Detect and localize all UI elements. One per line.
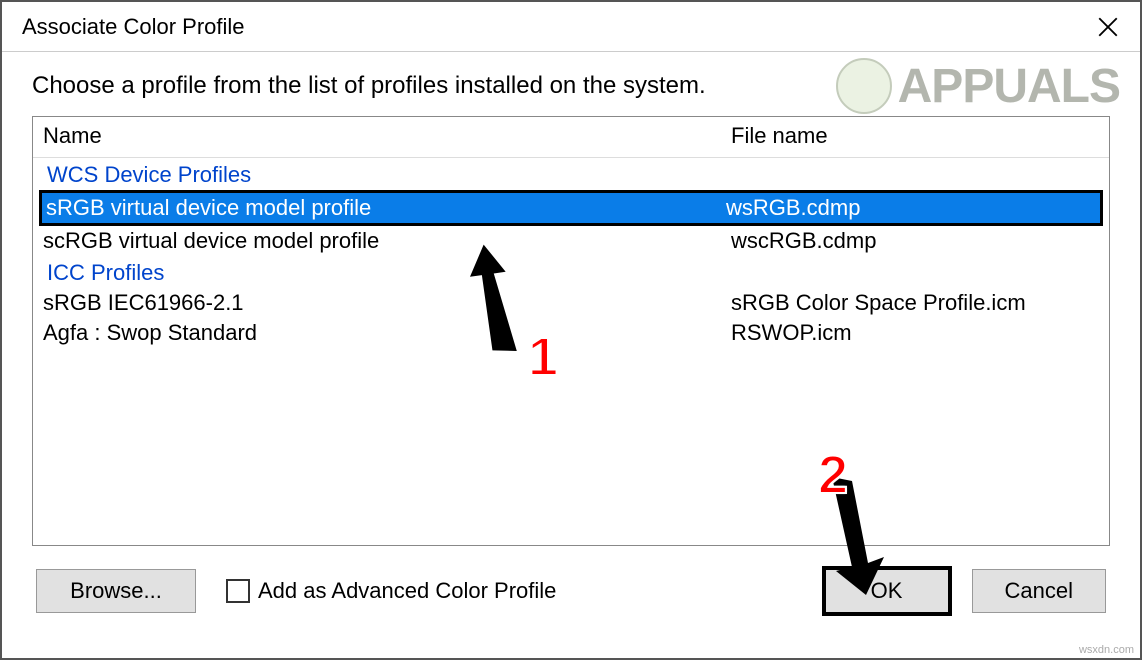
browse-button[interactable]: Browse... [36, 569, 196, 613]
checkbox-icon[interactable] [226, 579, 250, 603]
instruction-text: Choose a profile from the list of profil… [32, 72, 1110, 100]
columns-header: Name File name [33, 117, 1109, 158]
ok-button[interactable]: OK [822, 566, 952, 616]
group-wcs: WCS Device Profiles [33, 158, 1109, 190]
cell-name: sRGB IEC61966-2.1 [43, 290, 731, 316]
source-tag: wsxdn.com [1079, 644, 1134, 656]
close-button[interactable] [1088, 7, 1128, 47]
cell-file: RSWOP.icm [731, 320, 1099, 346]
cell-file: wscRGB.cdmp [731, 228, 1099, 254]
close-icon [1098, 17, 1118, 37]
cell-name: sRGB virtual device model profile [46, 195, 726, 221]
advanced-color-checkbox[interactable]: Add as Advanced Color Profile [226, 578, 556, 604]
cell-name: Agfa : Swop Standard [43, 320, 731, 346]
list-item-scrgb-virtual[interactable]: scRGB virtual device model profile wscRG… [33, 226, 1109, 256]
group-icc: ICC Profiles [33, 256, 1109, 288]
buttons-row: Browse... Add as Advanced Color Profile … [32, 566, 1110, 616]
cell-file: wsRGB.cdmp [726, 195, 1096, 221]
list-item-agfa-swop[interactable]: Agfa : Swop Standard RSWOP.icm [33, 318, 1109, 348]
profile-list[interactable]: Name File name WCS Device Profiles sRGB … [32, 116, 1110, 546]
checkbox-label: Add as Advanced Color Profile [258, 578, 556, 604]
cell-name: scRGB virtual device model profile [43, 228, 731, 254]
column-name[interactable]: Name [43, 123, 731, 149]
column-filename[interactable]: File name [731, 123, 1099, 149]
titlebar: Associate Color Profile [2, 2, 1140, 52]
dialog-content: Choose a profile from the list of profil… [2, 52, 1140, 626]
cancel-button[interactable]: Cancel [972, 569, 1106, 613]
list-item-srgb-virtual[interactable]: sRGB virtual device model profile wsRGB.… [39, 190, 1103, 226]
cell-file: sRGB Color Space Profile.icm [731, 290, 1099, 316]
list-item-srgb-iec[interactable]: sRGB IEC61966-2.1 sRGB Color Space Profi… [33, 288, 1109, 318]
window-title: Associate Color Profile [22, 14, 245, 40]
